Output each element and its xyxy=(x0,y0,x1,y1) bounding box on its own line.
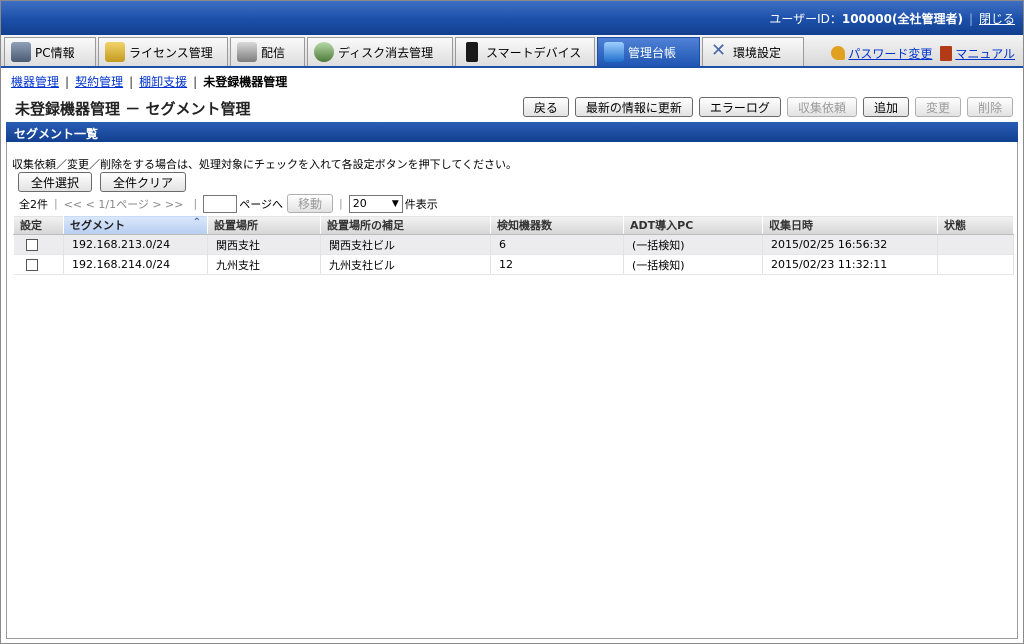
table-row: 192.168.213.0/24 関西支社 関西支社ビル 6 (一括検知) 20… xyxy=(13,234,1014,255)
total-count: 全2件 xyxy=(19,197,48,211)
tab-smart-device[interactable]: スマートデバイス xyxy=(455,37,595,66)
cell-location: 関西支社 xyxy=(207,234,321,255)
key-icon xyxy=(831,46,846,60)
breadcrumb-current: 未登録機器管理 xyxy=(203,75,288,89)
change-button[interactable]: 変更 xyxy=(914,97,961,117)
column-header-status[interactable]: 状態 xyxy=(937,215,1014,235)
distribution-icon xyxy=(237,42,257,62)
pc-icon xyxy=(11,42,31,62)
column-header-location[interactable]: 設置場所 xyxy=(207,215,321,235)
close-link[interactable]: 閉じる xyxy=(979,12,1015,26)
main-tabs: PC情報 ライセンス管理 配信 ディスク消去管理 スマートデバイス 管理台帳 環… xyxy=(1,35,1023,68)
tab-label: 配信 xyxy=(261,45,286,60)
action-toolbar: 戻る 最新の情報に更新 エラーログ 収集依頼 追加 変更 削除 xyxy=(522,97,1013,117)
license-icon xyxy=(105,42,125,62)
tab-ledger[interactable]: 管理台帳 xyxy=(597,37,700,66)
column-header-adt-pc[interactable]: ADT導入PC xyxy=(623,215,763,235)
cell-collected-at: 2015/02/23 11:32:11 xyxy=(762,254,938,275)
column-header-segment[interactable]: セグメント ⌃ xyxy=(63,215,208,235)
tab-disk-erase[interactable]: ディスク消去管理 xyxy=(307,37,453,66)
move-button[interactable]: 移動 xyxy=(287,194,334,213)
breadcrumb-contract-management[interactable]: 契約管理 xyxy=(75,75,123,89)
breadcrumb-device-management[interactable]: 機器管理 xyxy=(11,75,59,89)
user-id-label: ユーザーID： xyxy=(769,12,842,26)
page-nav: << < 1/1ページ > >> xyxy=(63,197,184,211)
column-header-location-note[interactable]: 設置場所の補足 xyxy=(320,215,491,235)
per-page-select[interactable]: 20 ▼ xyxy=(348,194,403,213)
cell-collected-at: 2015/02/25 16:56:32 xyxy=(762,234,938,255)
back-button[interactable]: 戻る xyxy=(522,97,569,117)
manual-icon xyxy=(940,46,953,61)
cell-location: 九州支社 xyxy=(207,254,321,275)
tab-label: PC情報 xyxy=(35,45,75,60)
sort-icon: ⌃ xyxy=(192,217,201,228)
instruction-text: 収集依頼／変更／削除をする場合は、処理対象にチェックを入れて各設定ボタンを押下し… xyxy=(12,158,518,171)
chevron-down-icon: ▼ xyxy=(391,198,399,209)
tab-license[interactable]: ライセンス管理 xyxy=(98,37,228,66)
user-id-value: 100000(全社管理者) xyxy=(841,12,963,26)
cell-status xyxy=(937,254,1014,275)
selection-buttons: 全件選択 全件クリア xyxy=(18,172,187,192)
column-header-device-count[interactable]: 検知機器数 xyxy=(490,215,624,235)
tab-pc-info[interactable]: PC情報 xyxy=(4,37,96,66)
column-header-collected-at[interactable]: 収集日時 xyxy=(762,215,938,235)
cell-adt-pc: (一括検知) xyxy=(623,254,763,275)
password-change-link[interactable]: パスワード変更 xyxy=(848,47,932,61)
smart-device-icon xyxy=(466,42,478,62)
add-button[interactable]: 追加 xyxy=(862,97,909,117)
disk-erase-icon xyxy=(314,42,334,62)
user-info: ユーザーID：100000(全社管理者) | 閉じる xyxy=(769,12,1015,26)
refresh-button[interactable]: 最新の情報に更新 xyxy=(574,97,693,117)
delete-button[interactable]: 削除 xyxy=(966,97,1013,117)
cell-device-count: 12 xyxy=(490,254,624,275)
clear-all-button[interactable]: 全件クリア xyxy=(100,172,187,192)
manual-link[interactable]: マニュアル xyxy=(955,47,1015,61)
row-checkbox[interactable] xyxy=(25,239,38,251)
cell-location-note: 九州支社ビル xyxy=(320,254,491,275)
error-log-button[interactable]: エラーログ xyxy=(698,97,781,117)
page-suffix: ページへ xyxy=(239,197,283,211)
tab-label: 環境設定 xyxy=(733,45,782,60)
breadcrumb-inventory-support[interactable]: 棚卸支援 xyxy=(139,75,187,89)
tab-settings[interactable]: 環境設定 xyxy=(702,37,804,66)
tab-label: 管理台帳 xyxy=(628,45,677,60)
cell-device-count: 6 xyxy=(490,234,624,255)
segment-table: 設定 セグメント ⌃ 設置場所 設置場所の補足 検知機器数 ADT導入PC 収集日… xyxy=(13,215,1014,275)
cell-segment: 192.168.214.0/24 xyxy=(63,254,208,275)
table-header-row: 設定 セグメント ⌃ 設置場所 設置場所の補足 検知機器数 ADT導入PC 収集日… xyxy=(13,215,1014,235)
tab-label: ディスク消去管理 xyxy=(338,45,434,60)
column-header-setting: 設定 xyxy=(13,215,64,235)
breadcrumb: 機器管理 | 契約管理 | 棚卸支援 | 未登録機器管理 xyxy=(11,75,288,89)
cell-status xyxy=(937,234,1014,255)
header-links: パスワード変更 マニュアル xyxy=(831,45,1015,62)
tab-label: ライセンス管理 xyxy=(129,45,213,60)
top-bar: ユーザーID：100000(全社管理者) | 閉じる xyxy=(1,1,1023,35)
cell-location-note: 関西支社ビル xyxy=(320,234,491,255)
ledger-icon xyxy=(604,42,624,62)
collect-request-button[interactable]: 収集依頼 xyxy=(786,97,857,117)
cell-adt-pc: (一括検知) xyxy=(623,234,763,255)
tab-label: スマートデバイス xyxy=(486,45,582,60)
tab-distribution[interactable]: 配信 xyxy=(230,37,305,66)
section-header: セグメント一覧 xyxy=(6,122,1018,142)
page-number-input[interactable] xyxy=(203,194,238,213)
app-window: ユーザーID：100000(全社管理者) | 閉じる PC情報 ライセンス管理 配信… xyxy=(0,0,1024,644)
row-checkbox[interactable] xyxy=(25,259,38,271)
per-page-suffix: 件表示 xyxy=(404,197,438,211)
page-title: 未登録機器管理 － セグメント管理 xyxy=(15,100,251,118)
table-row: 192.168.214.0/24 九州支社 九州支社ビル 12 (一括検知) 2… xyxy=(13,254,1014,275)
settings-icon xyxy=(709,40,729,62)
pager: 全2件 | << < 1/1ページ > >> | ページへ 移動 | 20 ▼ 件… xyxy=(19,194,438,213)
select-all-button[interactable]: 全件選択 xyxy=(18,172,93,192)
cell-segment: 192.168.213.0/24 xyxy=(63,234,208,255)
